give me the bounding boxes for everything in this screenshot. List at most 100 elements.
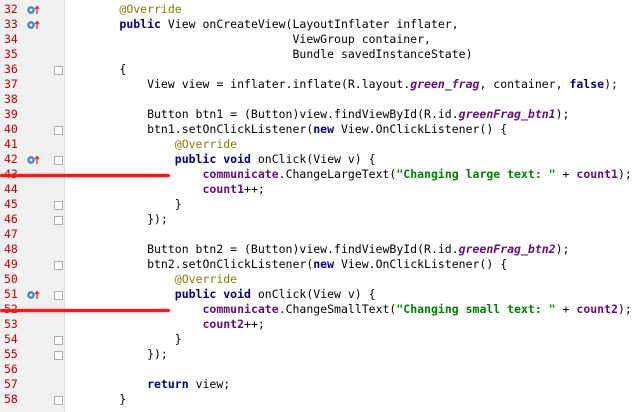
code-text[interactable]: }); (64, 347, 168, 362)
code-editor[interactable]: 32 @Override 33 public View onCreateView(… (0, 0, 632, 412)
code-line[interactable]: 50 @Override (0, 272, 632, 287)
code-line[interactable]: 49 btn2.setOnClickListener(new View.OnCl… (0, 257, 632, 272)
code-text[interactable]: Button btn2 = (Button)view.findViewById(… (64, 242, 569, 257)
code-text[interactable]: Bundle savedInstanceState) (64, 47, 472, 62)
code-token: ViewGroup container, (64, 32, 431, 46)
line-number[interactable]: 35 (4, 47, 24, 62)
code-text[interactable]: public void onClick(View v) { (64, 287, 376, 302)
fold-marker-icon[interactable] (54, 201, 63, 210)
line-number[interactable]: 33 (4, 17, 24, 32)
override-icon[interactable] (27, 20, 41, 30)
line-number[interactable]: 55 (4, 347, 24, 362)
code-text[interactable]: public View onCreateView(LayoutInflater … (64, 17, 458, 32)
override-icon[interactable] (27, 290, 41, 300)
code-token: }); (64, 212, 168, 226)
code-text[interactable]: View view = inflater.inflate(R.layout.gr… (64, 77, 618, 92)
line-number[interactable]: 58 (4, 392, 24, 407)
line-number[interactable]: 38 (4, 92, 24, 107)
line-number[interactable]: 40 (4, 122, 24, 137)
code-line[interactable]: 38 (0, 92, 632, 107)
code-line[interactable]: 33 public View onCreateView(LayoutInflat… (0, 17, 632, 32)
code-text[interactable]: count1++; (64, 182, 264, 197)
code-line[interactable]: 55 }); (0, 347, 632, 362)
code-token: } (64, 332, 182, 346)
line-number[interactable]: 51 (4, 287, 24, 302)
line-number[interactable]: 57 (4, 377, 24, 392)
line-number[interactable]: 48 (4, 242, 24, 257)
code-token: ); (617, 302, 632, 316)
override-icon[interactable] (27, 5, 41, 15)
code-token: } (64, 197, 182, 211)
line-number[interactable]: 44 (4, 182, 24, 197)
fold-marker-icon[interactable] (54, 261, 63, 270)
code-line[interactable]: 36 { (0, 62, 632, 77)
code-line[interactable]: 54 } (0, 332, 632, 347)
line-number[interactable]: 46 (4, 212, 24, 227)
fold-marker-icon[interactable] (54, 291, 63, 300)
fold-marker-icon[interactable] (54, 156, 63, 165)
code-text[interactable]: @Override (64, 272, 237, 287)
line-number[interactable]: 54 (4, 332, 24, 347)
code-line[interactable]: 39 Button btn1 = (Button)view.findViewBy… (0, 107, 632, 122)
line-number[interactable]: 56 (4, 362, 24, 377)
code-text[interactable]: @Override (64, 137, 237, 152)
code-token: ); (604, 77, 618, 91)
code-line[interactable]: 51 public void onClick(View v) { (0, 287, 632, 302)
code-text[interactable]: } (64, 197, 182, 212)
line-number[interactable]: 39 (4, 107, 24, 122)
code-text[interactable]: count2++; (64, 317, 265, 332)
code-text[interactable]: }); (64, 212, 168, 227)
code-text[interactable]: { (64, 62, 126, 77)
fold-marker-icon[interactable] (54, 216, 63, 225)
code-line[interactable]: 57 return view; (0, 377, 632, 392)
code-token: }); (64, 347, 168, 361)
code-token: count2 (576, 302, 618, 316)
code-line[interactable]: 48 Button btn2 = (Button)view.findViewBy… (0, 242, 632, 257)
code-text[interactable]: } (64, 332, 182, 347)
code-line[interactable]: 53 count2++; (0, 317, 632, 332)
code-text[interactable]: btn2.setOnClickListener(new View.OnClick… (64, 257, 507, 272)
highlight-marker (0, 174, 170, 177)
code-line[interactable]: 45 } (0, 197, 632, 212)
code-text[interactable]: btn1.setOnClickListener(new View.OnClick… (64, 122, 507, 137)
code-line[interactable]: 42 public void onClick(View v) { (0, 152, 632, 167)
code-line[interactable]: 37 View view = inflater.inflate(R.layout… (0, 77, 632, 92)
code-token: ); (617, 167, 632, 181)
line-number[interactable]: 53 (4, 317, 24, 332)
line-number[interactable]: 32 (4, 2, 24, 17)
code-text[interactable]: public void onClick(View v) { (64, 152, 376, 167)
code-line[interactable]: 56 (0, 362, 632, 377)
fold-marker-icon[interactable] (54, 126, 63, 135)
line-number[interactable]: 50 (4, 272, 24, 287)
code-line[interactable]: 32 @Override (0, 2, 632, 17)
line-number[interactable]: 45 (4, 197, 24, 212)
code-line[interactable]: 46 }); (0, 212, 632, 227)
code-text[interactable]: return view; (64, 377, 230, 392)
code-line[interactable]: 47 (0, 227, 632, 242)
fold-marker-icon[interactable] (54, 66, 63, 75)
fold-marker-icon[interactable] (54, 351, 63, 360)
fold-marker-icon[interactable] (54, 396, 63, 405)
code-line[interactable]: 35 Bundle savedInstanceState) (0, 47, 632, 62)
code-line[interactable]: 40 btn1.setOnClickListener(new View.OnCl… (0, 122, 632, 137)
code-line[interactable]: 58 } (0, 392, 632, 407)
code-text[interactable]: @Override (64, 2, 181, 17)
code-line[interactable]: 34 ViewGroup container, (0, 32, 632, 47)
code-text[interactable]: Button btn1 = (Button)view.findViewById(… (64, 107, 569, 122)
line-number[interactable]: 41 (4, 137, 24, 152)
code-line[interactable]: 44 count1++; (0, 182, 632, 197)
line-number[interactable]: 34 (4, 32, 24, 47)
code-text[interactable]: } (64, 392, 126, 407)
line-number[interactable]: 37 (4, 77, 24, 92)
override-icon[interactable] (27, 155, 41, 165)
fold-marker-icon[interactable] (54, 336, 63, 345)
code-line[interactable]: 41 @Override (0, 137, 632, 152)
line-number[interactable]: 49 (4, 257, 24, 272)
code-token: ++; (244, 317, 265, 331)
code-token: new (313, 257, 335, 271)
line-number[interactable]: 47 (4, 227, 24, 242)
code-text[interactable]: ViewGroup container, (64, 32, 431, 47)
line-number[interactable]: 42 (4, 152, 24, 167)
line-number[interactable]: 36 (4, 62, 24, 77)
code-token: greenFrag_btn2 (458, 242, 556, 256)
